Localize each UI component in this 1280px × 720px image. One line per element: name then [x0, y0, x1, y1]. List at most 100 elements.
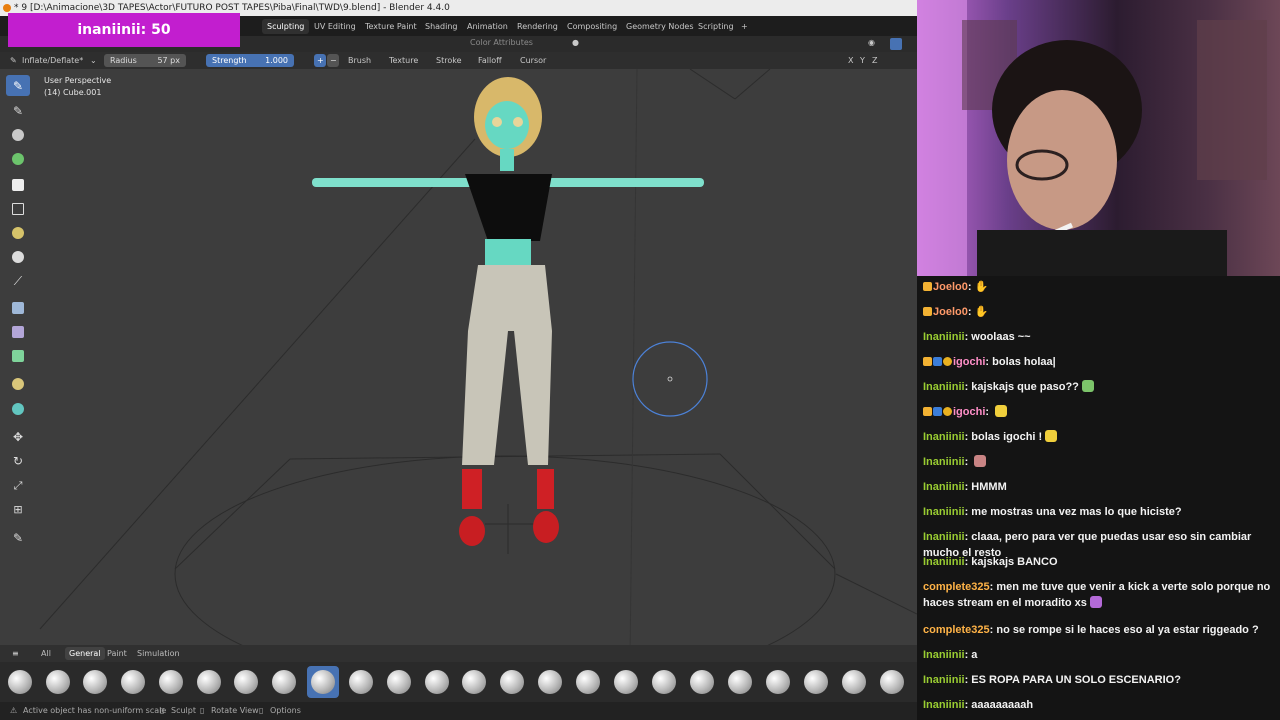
visibility-eye-icon[interactable]: ◉ [868, 35, 875, 51]
brush-asset[interactable] [4, 666, 36, 698]
tab-compositing[interactable]: Compositing [562, 19, 622, 34]
chat-username[interactable]: Inaniinii [923, 381, 965, 393]
brush-asset[interactable] [421, 666, 453, 698]
brush-asset[interactable] [838, 666, 870, 698]
tab-texture-paint[interactable]: Texture Paint [360, 19, 422, 34]
axis-z-toggle[interactable]: Z [872, 52, 877, 69]
brush-selector[interactable]: Inflate/Deflate* [22, 52, 83, 69]
color-attributes-label[interactable]: Color Attributes [470, 35, 533, 51]
brush-asset[interactable] [117, 666, 149, 698]
tool-mask[interactable] [6, 174, 30, 195]
brush-tab-simulation[interactable]: Simulation [133, 647, 184, 660]
brush-asset[interactable] [724, 666, 756, 698]
tool-transform[interactable]: ⊞ [6, 499, 30, 520]
shading-sphere-icon[interactable]: ● [572, 35, 579, 51]
tab-scripting[interactable]: Scripting [693, 19, 739, 34]
tool-edit-face-set[interactable] [6, 373, 30, 394]
chat-username[interactable]: Inaniinii [923, 431, 965, 443]
strength-field[interactable]: Strength 1.000 [206, 54, 294, 67]
brush-asset[interactable] [572, 666, 604, 698]
chat-username[interactable]: Joelo0 [933, 306, 968, 318]
brush-asset[interactable] [42, 666, 74, 698]
brush-tab-paint[interactable]: Paint [103, 647, 131, 660]
tool-rotate[interactable]: ↻ [6, 450, 30, 471]
cursor-menu[interactable]: Cursor [520, 52, 546, 69]
chat-username[interactable]: igochi [953, 406, 985, 418]
brush-asset[interactable] [268, 666, 300, 698]
chat-username[interactable]: Inaniinii [923, 649, 965, 661]
brush-asset[interactable] [534, 666, 566, 698]
radius-label: Radius [110, 56, 137, 65]
chat-username[interactable]: Joelo0 [933, 281, 968, 293]
subtract-direction-button[interactable]: − [327, 54, 339, 67]
brush-asset[interactable] [876, 666, 908, 698]
tool-cloth-filter[interactable] [6, 321, 30, 342]
chat-username[interactable]: Inaniinii [923, 699, 965, 711]
face-sets-icon [12, 226, 24, 239]
overlay-toggle-icon[interactable] [890, 38, 902, 50]
tab-rendering[interactable]: Rendering [512, 19, 563, 34]
tool-box-mask[interactable] [6, 198, 30, 219]
tool-draw[interactable]: ✎ [6, 75, 30, 96]
brush-tab-general[interactable]: General [65, 647, 105, 660]
brush-asset[interactable] [762, 666, 794, 698]
add-direction-button[interactable]: + [314, 54, 326, 67]
add-workspace-button[interactable]: + [736, 19, 753, 34]
character-boot-right [537, 469, 554, 509]
radius-field[interactable]: Radius 57 px [104, 54, 186, 67]
person-shirt [977, 230, 1227, 276]
stroke-menu[interactable]: Stroke [436, 52, 462, 69]
brush-tab-all[interactable]: All [37, 647, 55, 660]
tool-color-filter[interactable] [6, 345, 30, 366]
brush-asset[interactable] [79, 666, 111, 698]
brush-asset[interactable] [458, 666, 490, 698]
brush-asset[interactable] [230, 666, 262, 698]
texture-menu[interactable]: Texture [389, 52, 418, 69]
brush-asset[interactable] [800, 666, 832, 698]
chat-username[interactable]: Inaniinii [923, 674, 965, 686]
chat-username[interactable]: Inaniinii [923, 481, 965, 493]
tool-line-project[interactable]: ⟋ [6, 271, 30, 292]
brush-asset[interactable] [648, 666, 680, 698]
tool-scale[interactable]: ⤢ [6, 475, 30, 496]
brush-asset[interactable] [383, 666, 415, 698]
tool-clay[interactable]: ✎ [6, 100, 30, 121]
tool-trim[interactable] [6, 246, 30, 267]
falloff-menu[interactable]: Falloff [478, 52, 502, 69]
tool-move[interactable]: ✥ [6, 426, 30, 447]
chat-username[interactable]: Inaniinii [923, 531, 965, 543]
chat-username[interactable]: complete325 [923, 581, 990, 593]
tool-mask-by-color[interactable] [6, 398, 30, 419]
tool-mesh-filter[interactable] [6, 297, 30, 318]
tab-animation[interactable]: Animation [462, 19, 513, 34]
menu-icon[interactable]: ≡ [8, 647, 23, 660]
tab-shading[interactable]: Shading [420, 19, 463, 34]
tool-annotate[interactable]: ✎ [6, 527, 30, 548]
chat-username[interactable]: igochi [953, 356, 985, 368]
chat-username[interactable]: Inaniinii [923, 556, 965, 568]
brush-asset[interactable] [496, 666, 528, 698]
tab-uv-editing[interactable]: UV Editing [309, 19, 361, 34]
brush-menu[interactable]: Brush [348, 52, 371, 69]
tool-face-sets[interactable] [6, 222, 30, 243]
3d-viewport[interactable]: User Perspective (14) Cube.001 [0, 69, 917, 660]
chat-username[interactable]: Inaniinii [923, 506, 965, 518]
tool-paint[interactable] [6, 148, 30, 169]
brush-asset[interactable] [686, 666, 718, 698]
chat-message: igochi: bolas holaa| [923, 354, 1275, 370]
color-filter-icon [12, 349, 24, 362]
brush-preview-icon [272, 670, 296, 694]
axis-y-toggle[interactable]: Y [860, 52, 865, 69]
tool-smooth[interactable] [6, 124, 30, 145]
brush-asset[interactable] [610, 666, 642, 698]
tab-geometry-nodes[interactable]: Geometry Nodes [621, 19, 698, 34]
axis-x-toggle[interactable]: X [848, 52, 853, 69]
chat-username[interactable]: complete325 [923, 624, 990, 636]
chat-username[interactable]: Inaniinii [923, 456, 965, 468]
chat-username[interactable]: Inaniinii [923, 331, 965, 343]
brush-asset[interactable] [155, 666, 187, 698]
brush-asset[interactable] [345, 666, 377, 698]
brush-asset[interactable] [193, 666, 225, 698]
brush-asset-active[interactable] [307, 666, 339, 698]
tab-sculpting[interactable]: Sculpting [262, 19, 310, 34]
